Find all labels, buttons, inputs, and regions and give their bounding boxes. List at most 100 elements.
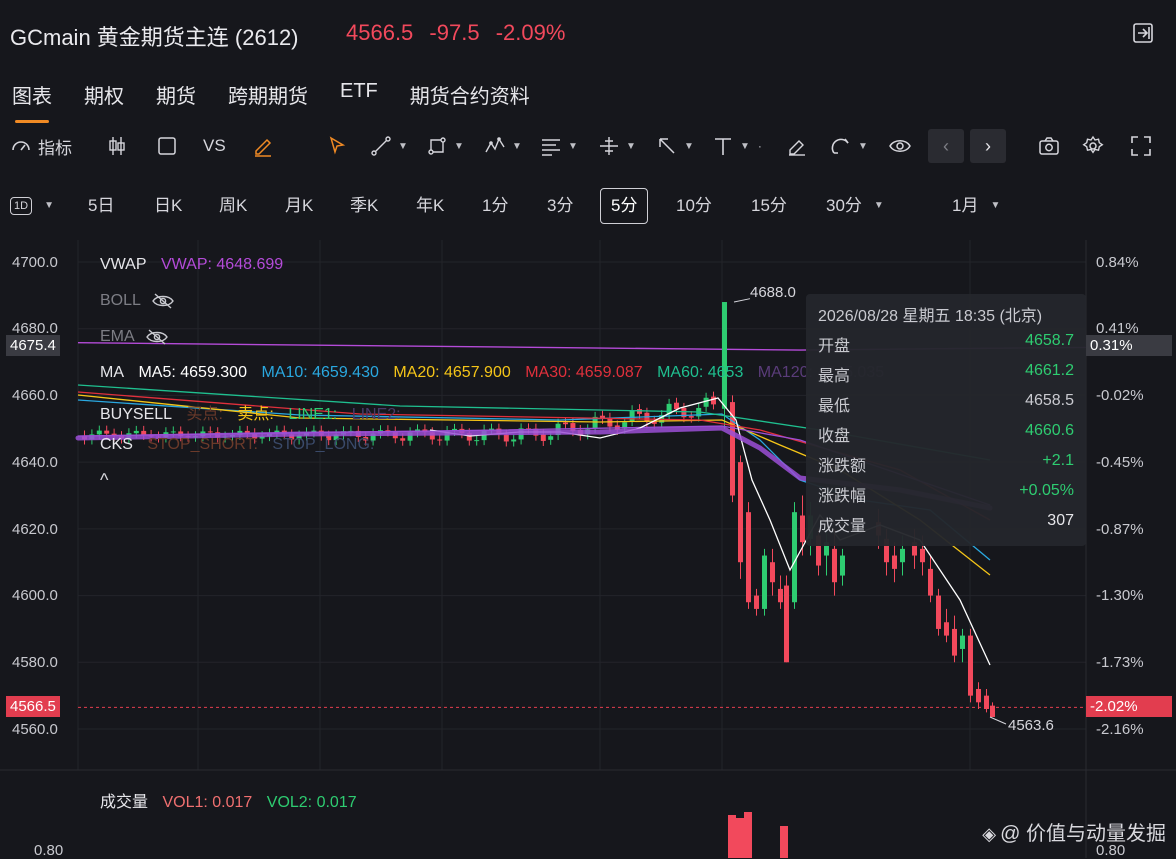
watermark: ◈ @ 价值与动量发掘	[982, 817, 1166, 846]
low-marker-label: 4563.6	[1008, 717, 1054, 734]
period-1min[interactable]: 1分	[482, 188, 508, 224]
volume-bar	[728, 815, 736, 858]
candle-body	[540, 434, 546, 441]
next-button[interactable]: ›	[970, 129, 1006, 163]
legend-ma30: MA30: 4659.087	[525, 364, 643, 381]
vwap-price-tag: 4675.4	[6, 335, 60, 356]
period-quarter[interactable]: 季K	[350, 188, 378, 224]
eye-off-icon[interactable]	[145, 328, 169, 346]
candle-body	[984, 695, 989, 709]
legend-buysell[interactable]: BUYSELL 买点: 卖点: LINE1: LINE2:	[100, 400, 411, 424]
legend-cks[interactable]: CKS STOP_SHORT: STOP_LONG:	[100, 436, 384, 454]
fullscreen-icon[interactable]	[1130, 130, 1152, 162]
legend-vwap-name: VWAP	[100, 256, 147, 273]
collapse-legend-icon[interactable]: ^	[100, 470, 108, 491]
instrument-title: GCmain 黄金期货主连 (2612)	[10, 25, 299, 50]
tooltip-row-volume: 成交量 307	[818, 512, 1074, 536]
exit-icon[interactable]	[1132, 22, 1154, 44]
text-tool[interactable]: ▼ ·	[712, 130, 762, 162]
eye-icon[interactable]	[888, 130, 912, 162]
y-tick-left: 4700.0	[12, 254, 58, 271]
tooltip-label: 成交量	[818, 518, 867, 535]
volume-tick-left: 0.80	[34, 842, 64, 859]
camera-icon[interactable]	[1038, 130, 1060, 162]
candle-body	[170, 431, 176, 433]
magnet-tool[interactable]: ▼	[830, 130, 868, 162]
y-tick-right: -1.30%	[1096, 587, 1144, 604]
tab-spread-futures[interactable]: 跨期期货	[228, 80, 308, 109]
day-range-dropdown[interactable]: 1D ▼	[10, 188, 54, 224]
chevron-down-icon: ▼	[454, 140, 464, 152]
period-selector: 1D ▼ 5日 日K 周K 月K 季K 年K 1分 3分 5分 10分 15分 …	[10, 188, 1166, 224]
fib-tool[interactable]: ▼	[540, 130, 578, 162]
arrow-icon	[659, 138, 675, 154]
shape-tool[interactable]: ▼	[426, 130, 464, 162]
candle-body	[688, 416, 694, 418]
chevron-down-icon: ▼	[990, 200, 1001, 211]
period-5min[interactable]: 5分	[600, 188, 649, 224]
tooltip-label: 收盘	[818, 428, 851, 445]
candle-body	[746, 512, 751, 603]
cursor-icon[interactable]	[326, 130, 348, 162]
candle-body	[800, 515, 805, 543]
y-tick-right: -0.45%	[1096, 454, 1144, 471]
legend-boll[interactable]: BOLL	[100, 292, 175, 310]
candlestick-icon[interactable]	[106, 130, 128, 162]
pattern-tool[interactable]: ▼	[484, 130, 522, 162]
period-year[interactable]: 年K	[416, 188, 444, 224]
candle-body	[548, 436, 554, 440]
square-icon[interactable]	[156, 130, 178, 162]
candle-body	[104, 430, 110, 434]
candle-body	[968, 635, 973, 696]
tab-chart[interactable]: 图表	[12, 80, 52, 123]
period-month[interactable]: 月K	[285, 188, 313, 224]
period-1month-dropdown[interactable]: 1月 ▼	[952, 188, 1000, 224]
tab-options[interactable]: 期权	[84, 80, 124, 109]
price-summary: 4566.5 -97.5 -2.09%	[346, 20, 575, 46]
tab-contract-info[interactable]: 期货合约资料	[410, 80, 530, 109]
tooltip-value: +0.05%	[1019, 482, 1074, 499]
tooltip-value: 4661.2	[1025, 362, 1074, 379]
trendline-tool[interactable]: ▼	[370, 130, 408, 162]
prev-button[interactable]: ‹	[928, 129, 964, 163]
legend-ma[interactable]: MA MA5: 4659.300 MA10: 4659.430 MA20: 46…	[100, 364, 894, 382]
legend-ema[interactable]: EMA	[100, 328, 169, 346]
tab-etf[interactable]: ETF	[340, 80, 378, 109]
volume-bar	[736, 818, 744, 858]
eraser-icon[interactable]	[786, 130, 808, 162]
compare-vs-button[interactable]: VS	[203, 130, 226, 162]
period-30min-dropdown[interactable]: 30分 ▼	[826, 188, 884, 224]
period-5day[interactable]: 5日	[88, 188, 114, 224]
high-pointer	[733, 298, 751, 303]
legend-vwap[interactable]: VWAP VWAP: 4648.699	[100, 256, 293, 274]
candle-body	[511, 439, 517, 442]
period-15min[interactable]: 15分	[751, 188, 787, 224]
y-tick-left: 4560.0	[12, 721, 58, 738]
volume-legend[interactable]: 成交量 VOL1: 0.017 VOL2: 0.017	[100, 788, 367, 812]
measure-tool[interactable]: ▼	[598, 130, 636, 162]
line-icon	[371, 136, 391, 156]
tooltip-label: 最低	[818, 398, 851, 415]
candle-body	[133, 430, 139, 434]
period-3min[interactable]: 3分	[547, 188, 573, 224]
arrow-tool[interactable]: ▼	[656, 130, 694, 162]
eye-off-icon[interactable]	[151, 292, 175, 310]
gear-icon[interactable]	[1082, 130, 1104, 162]
main-tabs: 图表 期权 期货 跨期期货 ETF 期货合约资料	[12, 80, 530, 123]
volume-bar	[780, 826, 788, 858]
tooltip-label: 涨跌幅	[818, 488, 867, 505]
tab-futures[interactable]: 期货	[156, 80, 196, 109]
price-chart[interactable]: 4700.0 4680.0 4660.0 4640.0 4620.0 4600.…	[0, 240, 1176, 859]
candle-body	[711, 396, 716, 405]
tooltip-row-close: 收盘 4660.6	[818, 422, 1074, 446]
indicator-button[interactable]: 指标	[10, 130, 72, 162]
period-week[interactable]: 周K	[219, 188, 247, 224]
period-day[interactable]: 日K	[154, 188, 182, 224]
pen-icon[interactable]	[252, 130, 274, 162]
candle-body	[832, 548, 837, 583]
period-10min[interactable]: 10分	[676, 188, 712, 224]
fibonacci-icon	[542, 139, 560, 156]
candle-body	[400, 438, 406, 441]
tooltip-row-open: 开盘 4658.7	[818, 332, 1074, 356]
candle-body	[892, 555, 897, 569]
